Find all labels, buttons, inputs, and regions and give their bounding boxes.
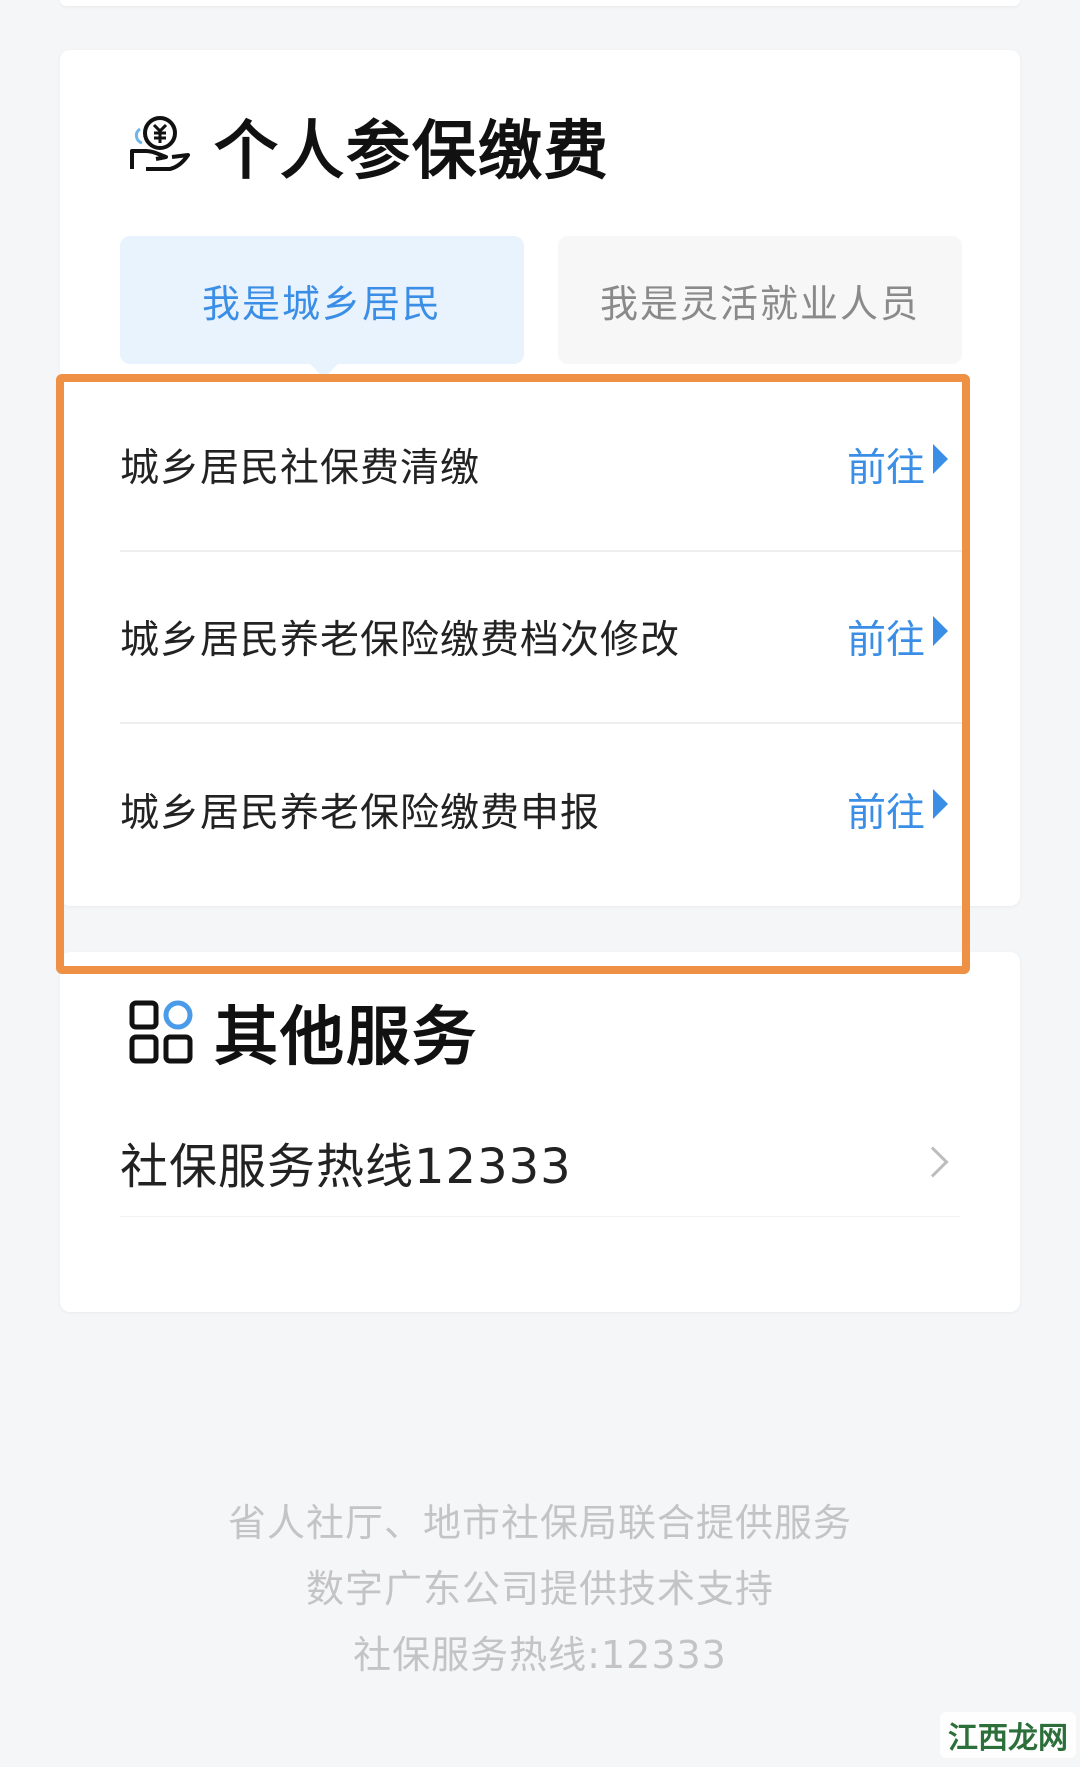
fee-service-list: 城乡居民社保费清缴 前往 城乡居民养老保险缴费档次修改 前往 城乡居民养老保险缴… [120,380,970,896]
item-label: 城乡居民社保费清缴 [120,446,481,491]
go-link[interactable]: 前往 [847,437,948,493]
chevron-right-icon [917,1145,949,1178]
watermark-logo: 江西龙网 [940,1712,1076,1758]
footer-line-providers: 省人社厅、地市社保局联合提供服务 [227,1501,852,1545]
other-section-header: 其他服务 [126,992,478,1075]
footer-line-hotline: 社保服务热线:12333 [353,1633,727,1677]
hotline-label: 社保服务热线12333 [120,1138,572,1195]
footer-line-tech-support: 数字广东公司提供技术支持 [305,1567,774,1611]
go-link-label: 前往 [846,446,925,491]
go-link-label: 前往 [846,618,925,663]
caret-right-icon [933,789,948,819]
item-label: 城乡居民养老保险缴费档次修改 [120,618,681,663]
page: 个人参保缴费 我是城乡居民 我是灵活就业人员 城乡居民社保费清缴 前往 城乡居民… [0,0,1080,1767]
fees-section-header: 个人参保缴费 [126,106,610,189]
personal-insurance-card: 个人参保缴费 我是城乡居民 我是灵活就业人员 城乡居民社保费清缴 前往 城乡居民… [60,50,1020,906]
footer: 省人社厅、地市社保局联合提供服务 数字广东公司提供技术支持 社保服务热线:123… [0,1490,1080,1688]
go-link-label: 前往 [846,791,925,836]
caret-right-icon [933,444,948,474]
list-item-pension-grade-change[interactable]: 城乡居民养老保险缴费档次修改 前往 [120,552,970,724]
item-label: 城乡居民养老保险缴费申报 [120,791,601,836]
list-item-fee-clearance[interactable]: 城乡居民社保费清缴 前往 [120,380,970,552]
other-services-card: 其他服务 社保服务热线12333 [60,952,1020,1312]
tab-urban-rural-resident[interactable]: 我是城乡居民 [120,236,524,378]
caret-right-icon [933,616,948,646]
previous-card-edge [60,0,1020,6]
grid-apps-icon [129,1000,193,1064]
list-item-hotline[interactable]: 社保服务热线12333 [120,1107,960,1217]
fees-section-title: 个人参保缴费 [214,115,610,189]
other-section-title: 其他服务 [214,1001,478,1075]
hand-coin-icon [130,116,190,171]
go-link[interactable]: 前往 [847,782,948,838]
tab-flexible-employment[interactable]: 我是灵活就业人员 [558,236,962,364]
go-link[interactable]: 前往 [847,609,948,665]
list-item-pension-declaration[interactable]: 城乡居民养老保险缴费申报 前往 [120,724,970,896]
